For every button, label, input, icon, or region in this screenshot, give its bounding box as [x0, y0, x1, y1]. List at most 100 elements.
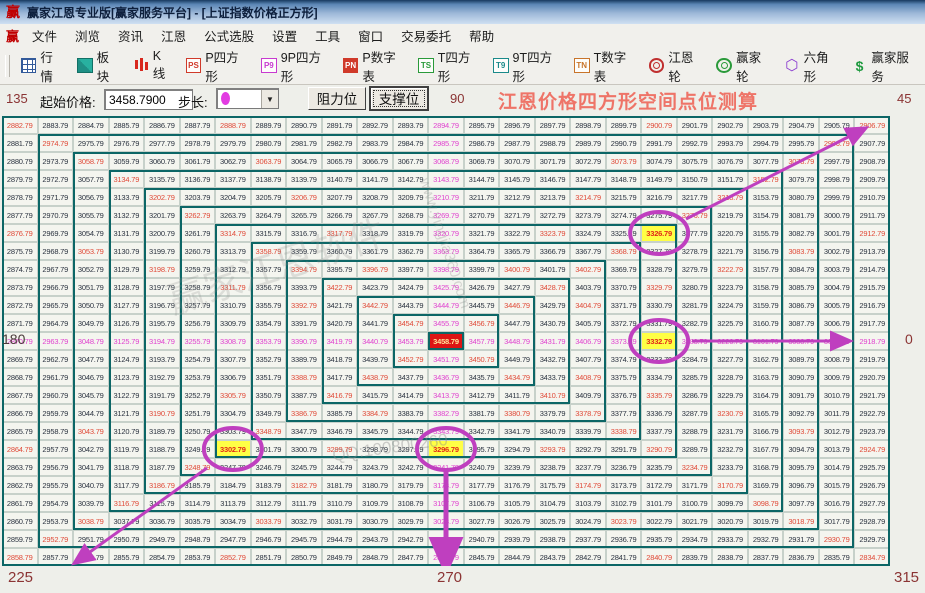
- price-cell: 2848.79: [357, 548, 393, 566]
- price-cell: 3335.79: [641, 386, 677, 404]
- price-cell: 2846.79: [428, 548, 464, 566]
- price-cell: 3152.79: [747, 170, 784, 188]
- price-cell: 3354.79: [250, 314, 287, 332]
- step-dropdown[interactable]: ▼: [216, 88, 279, 109]
- price-cell: 3343.79: [428, 422, 464, 440]
- price-cell: 2963.79: [37, 332, 74, 350]
- price-cell: 2920.79: [854, 368, 890, 386]
- toolbar-button[interactable]: TN T数字表: [568, 44, 641, 88]
- toolbar-label: 赢家服务: [871, 50, 909, 84]
- box-icon: TS: [418, 58, 434, 73]
- toolbar-button[interactable]: $ 赢家服务: [846, 44, 923, 88]
- price-cell: 3221.79: [712, 242, 748, 260]
- price-cell: 3154.79: [747, 206, 784, 224]
- price-cell: 3050.79: [73, 296, 109, 314]
- toolbar-button[interactable]: 江恩轮: [643, 44, 709, 88]
- price-cell: 3122.79: [108, 386, 145, 404]
- price-cell: 3324.79: [570, 224, 606, 242]
- price-cell: 3281.79: [676, 296, 713, 314]
- price-cell: 3145.79: [499, 170, 535, 188]
- price-cell: 2883.79: [37, 116, 74, 134]
- price-cell: 3315.79: [250, 224, 287, 242]
- price-cell: 2941.79: [428, 530, 464, 548]
- price-cell: 3449.79: [499, 350, 535, 368]
- toolbar-button[interactable]: K线: [127, 46, 177, 85]
- price-cell: 3040.79: [73, 476, 109, 494]
- price-cell: 3053.79: [73, 242, 109, 260]
- price-cell: 3415.79: [357, 386, 393, 404]
- price-cell: 2925.79: [854, 458, 890, 476]
- price-cell: 2863.79: [2, 458, 38, 476]
- price-cell: 3327.79: [641, 242, 677, 260]
- price-cell: 3115.79: [144, 494, 180, 512]
- price-cell: 3342.79: [463, 422, 500, 440]
- price-cell: 3092.79: [783, 404, 819, 422]
- price-cell: 3440.79: [357, 332, 393, 350]
- price-cell: 3134.79: [108, 170, 145, 188]
- price-cell: 3373.79: [605, 332, 642, 350]
- price-cell: 3446.79: [499, 296, 535, 314]
- price-cell: 2961.79: [37, 368, 74, 386]
- toolbar-button[interactable]: T9 9T四方形: [487, 44, 566, 88]
- price-cell: 3233.79: [712, 458, 748, 476]
- price-cell: 2918.79: [854, 332, 890, 350]
- price-cell: 3107.79: [428, 494, 464, 512]
- price-cell: 2927.79: [854, 494, 890, 512]
- price-cell: 2856.79: [73, 548, 109, 566]
- price-cell: 2851.79: [250, 548, 287, 566]
- price-cell: 3309.79: [215, 314, 251, 332]
- toolbar-button[interactable]: P9 9P四方形: [255, 44, 335, 88]
- price-cell: 2891.79: [321, 116, 358, 134]
- price-cell: 3175.79: [534, 476, 571, 494]
- price-cell: 3224.79: [712, 296, 748, 314]
- price-cell: 3216.79: [641, 188, 677, 206]
- price-cell: 3108.79: [392, 494, 429, 512]
- price-cell: 2946.79: [250, 530, 287, 548]
- price-cell: 3117.79: [108, 476, 145, 494]
- price-cell: 3291.79: [605, 440, 642, 458]
- price-cell: 3009.79: [818, 368, 855, 386]
- price-cell: 3253.79: [179, 368, 216, 386]
- price-cell: 3396.79: [357, 260, 393, 278]
- toolbar-button[interactable]: 赢家轮: [710, 44, 776, 88]
- price-cell: 2852.79: [215, 548, 251, 566]
- support-button[interactable]: 支撑位: [370, 87, 428, 110]
- price-cell: 2892.79: [357, 116, 393, 134]
- price-cell: 3191.79: [144, 386, 180, 404]
- toolbar-button[interactable]: PS P四方形: [180, 44, 253, 88]
- price-cell: 2861.79: [2, 494, 38, 512]
- price-cell: 2882.79: [2, 116, 38, 134]
- price-cell: 3077.79: [747, 152, 784, 170]
- price-cell: 3228.79: [712, 368, 748, 386]
- price-cell: 3068.79: [428, 152, 464, 170]
- price-cell: 3380.79: [499, 404, 535, 422]
- price-cell: 3113.79: [215, 494, 251, 512]
- price-cell: 2930.79: [818, 530, 855, 548]
- price-cell: 3407.79: [570, 350, 606, 368]
- price-cell: 3420.79: [321, 314, 358, 332]
- price-cell: 2835.79: [818, 548, 855, 566]
- toolbar-button[interactable]: 行情: [15, 44, 69, 88]
- chevron-down-icon[interactable]: ▼: [261, 90, 278, 108]
- price-cell: 3028.79: [428, 512, 464, 530]
- price-cell: 2922.79: [854, 404, 890, 422]
- price-cell: 3363.79: [428, 242, 464, 260]
- toolbar-button[interactable]: ⬡ 六角形: [778, 44, 844, 88]
- price-cell: 3419.79: [321, 332, 358, 350]
- toolbar-button[interactable]: TS T四方形: [412, 44, 485, 88]
- support-price-cell: 3296.79: [428, 440, 464, 458]
- price-cell: 3052.79: [73, 260, 109, 278]
- price-cell: 3349.79: [250, 404, 287, 422]
- toolbar-button[interactable]: 板块: [71, 44, 125, 88]
- price-cell: 2864.79: [2, 440, 38, 458]
- toolbar-button[interactable]: PN P数字表: [337, 44, 410, 88]
- price-cell: 3036.79: [144, 512, 180, 530]
- price-cell: 2900.79: [641, 116, 677, 134]
- price-cell: 3066.79: [357, 152, 393, 170]
- price-cell: 3235.79: [641, 458, 677, 476]
- resistance-button[interactable]: 阻力位: [308, 87, 366, 110]
- price-cell: 3155.79: [747, 224, 784, 242]
- price-cell: 3442.79: [357, 296, 393, 314]
- price-cell: 2874.79: [2, 260, 38, 278]
- price-cell: 3015.79: [818, 476, 855, 494]
